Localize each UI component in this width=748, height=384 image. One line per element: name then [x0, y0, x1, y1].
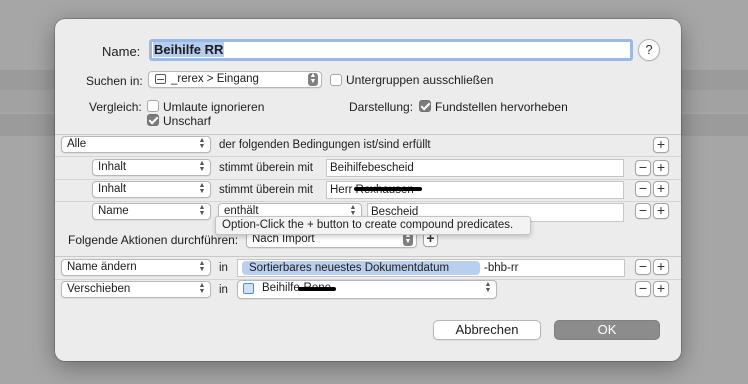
placeholder-token[interactable]: Sortierbares neuestes Dokumentdatum: [242, 261, 480, 275]
remove-condition-button[interactable]: −: [635, 160, 651, 176]
group-folder-icon: [243, 283, 254, 294]
chevron-icon: ▲ ▼: [484, 281, 492, 294]
fuzzy-checkbox[interactable]: [147, 114, 159, 126]
condition-field-value: Inhalt: [98, 183, 127, 195]
remove-condition-button[interactable]: −: [635, 181, 651, 197]
remove-condition-button[interactable]: −: [635, 203, 651, 219]
action-type-value: Name ändern: [67, 261, 137, 273]
highlight-checkbox[interactable]: [419, 100, 431, 112]
chevron-icon: ▲ ▼: [198, 160, 206, 173]
help-button[interactable]: ?: [638, 39, 660, 61]
exclude-subgroups-label: Untergruppen ausschließen: [346, 73, 494, 87]
row-divider: [55, 179, 681, 180]
search-location-value: _rerex > Eingang: [171, 73, 259, 85]
smart-rule-dialog: Name: Beihilfe RR ? Suchen in: _rerex > …: [55, 19, 681, 361]
action-type-value: Verschieben: [67, 283, 131, 295]
highlight-label: Fundstellen hervorheben: [435, 100, 568, 114]
remove-action-button[interactable]: −: [635, 281, 651, 297]
redaction-mark: [298, 287, 336, 291]
actions-label: Folgende Aktionen durchführen:: [68, 233, 239, 247]
match-description: der folgenden Bedingungen ist/sind erfül…: [219, 139, 431, 151]
ok-button[interactable]: OK: [554, 320, 660, 340]
condition-field-value: Name: [98, 205, 129, 217]
rename-suffix: -bhb-rr: [484, 262, 519, 274]
chevron-icon: ▲ ▼: [198, 204, 206, 217]
action-type-popup[interactable]: Name ändern ▲ ▼: [61, 259, 211, 276]
add-condition-button[interactable]: +: [653, 160, 669, 176]
add-condition-button[interactable]: +: [653, 181, 669, 197]
rename-pattern-field[interactable]: Sortierbares neuestes Dokumentdatum -bhb…: [237, 259, 625, 277]
compare-label: Vergleich:: [89, 100, 142, 114]
condition-operator: stimmt überein mit: [219, 162, 313, 174]
tooltip: Option-Click the + button to create comp…: [215, 216, 531, 235]
fuzzy-label: Unscharf: [163, 114, 212, 128]
exclude-subgroups-checkbox[interactable]: [330, 74, 342, 86]
add-condition-button[interactable]: +: [653, 137, 669, 153]
action-preposition: in: [219, 262, 228, 274]
name-label: Name:: [102, 44, 141, 59]
redaction-mark: [354, 187, 422, 191]
row-divider: [55, 201, 681, 202]
chevron-icon: ▲ ▼: [198, 260, 206, 273]
search-location-popup[interactable]: _rerex > Eingang ▲ ▼: [148, 71, 322, 88]
inbox-tray-icon: [155, 74, 166, 84]
section-divider: [55, 134, 681, 135]
search-in-label: Suchen in:: [86, 74, 143, 88]
condition-value-field[interactable]: Beihilfebescheid: [326, 159, 624, 177]
condition-field-popup[interactable]: Name ▲ ▼: [92, 203, 211, 220]
move-target-popup[interactable]: Beihilfe-Rene ▲ ▼: [237, 280, 497, 299]
add-action-button[interactable]: +: [653, 281, 669, 297]
display-label: Darstellung:: [349, 100, 414, 114]
condition-field-popup[interactable]: Inhalt ▲ ▼: [92, 159, 211, 176]
chevron-icon: ▲ ▼: [198, 282, 206, 295]
quantifier-popup[interactable]: Alle ▲ ▼: [61, 136, 211, 153]
cancel-button[interactable]: Abbrechen: [433, 320, 541, 340]
add-action-button[interactable]: +: [653, 259, 669, 275]
remove-action-button[interactable]: −: [635, 259, 651, 275]
ignore-umlauts-checkbox[interactable]: [147, 100, 159, 112]
section-divider: [55, 256, 681, 257]
quantifier-value: Alle: [67, 138, 87, 150]
chevron-icon: ▲ ▼: [198, 182, 206, 195]
row-divider: [55, 156, 681, 157]
action-type-popup[interactable]: Verschieben ▲ ▼: [61, 281, 211, 298]
chevron-icon: ▲ ▼: [308, 72, 318, 86]
condition-field-value: Inhalt: [98, 161, 127, 173]
condition-operator: stimmt überein mit: [219, 184, 313, 196]
name-value: Beihilfe RR: [153, 42, 225, 57]
add-condition-button[interactable]: +: [653, 203, 669, 219]
name-field[interactable]: Beihilfe RR: [149, 39, 633, 61]
condition-field-popup[interactable]: Inhalt ▲ ▼: [92, 181, 211, 198]
chevron-icon: ▲ ▼: [198, 137, 206, 150]
action-preposition: in: [219, 284, 228, 296]
